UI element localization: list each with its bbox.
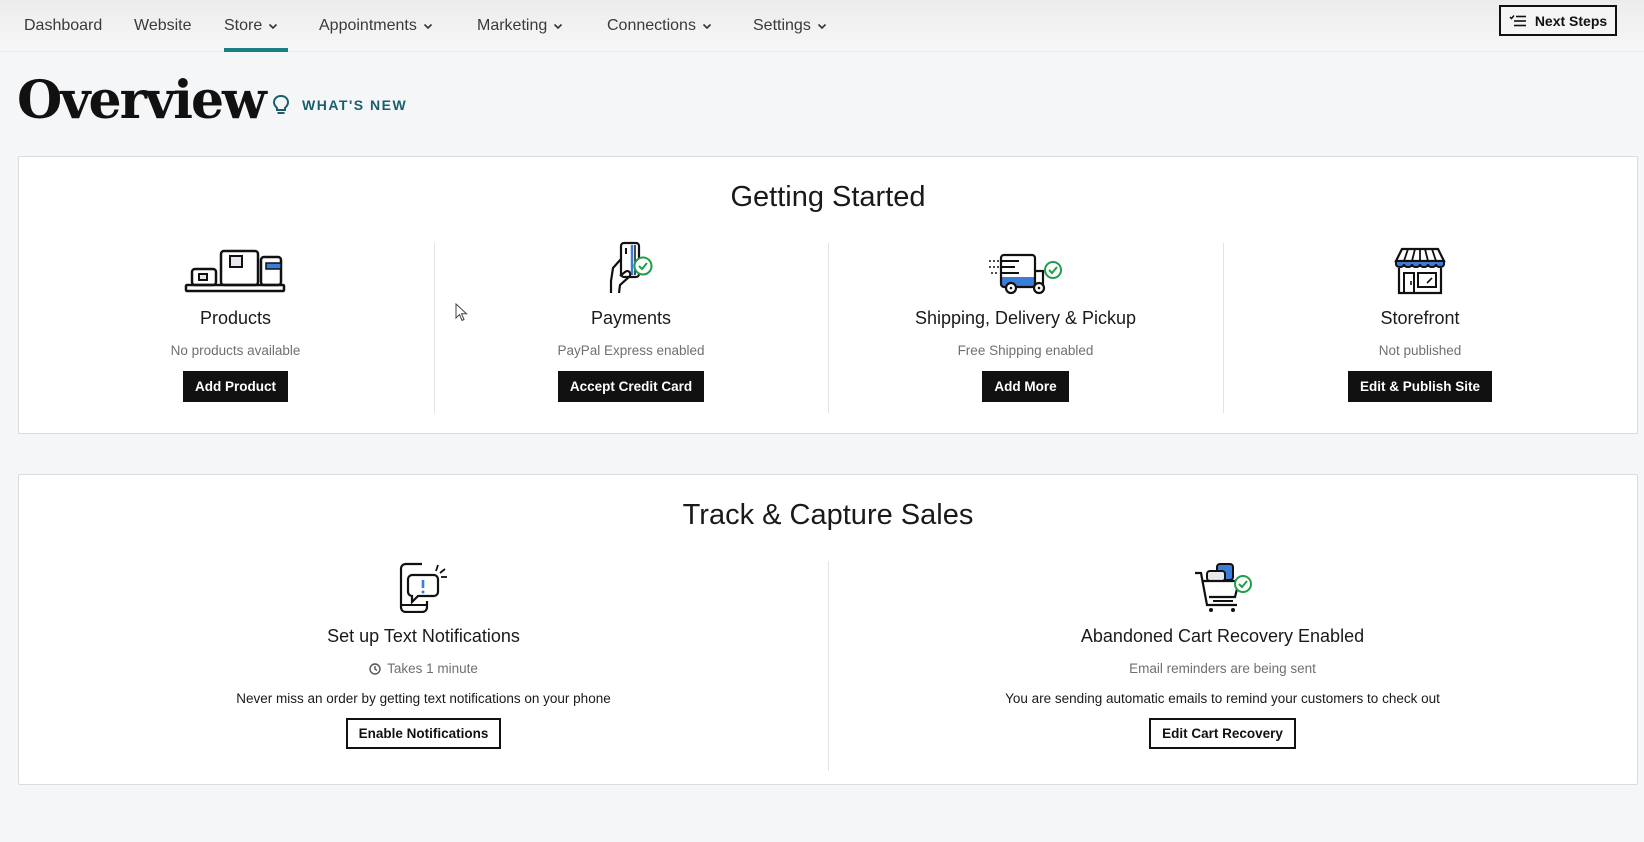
accept-credit-card-button[interactable]: Accept Credit Card <box>557 371 705 402</box>
phone-alert-icon <box>398 551 450 613</box>
chevron-down-icon <box>554 23 563 30</box>
nav-dashboard[interactable]: Dashboard <box>24 0 102 52</box>
whats-new-label: WHAT'S NEW <box>302 97 408 113</box>
section-status: Not published <box>1378 343 1462 358</box>
section-status: PayPal Express enabled <box>557 343 705 358</box>
enable-notifications-button[interactable]: Enable Notifications <box>345 718 502 749</box>
clock-icon <box>369 662 381 675</box>
nav-label: Connections <box>607 17 696 34</box>
section-status: Free Shipping enabled <box>957 343 1094 358</box>
nav-store[interactable]: Store <box>224 0 288 52</box>
shipping-section: Shipping, Delivery & Pickup Free Shippin… <box>828 233 1223 402</box>
nav-appointments[interactable]: Appointments <box>319 0 433 52</box>
top-navigation: Dashboard Website Store Appointments Mar… <box>0 0 1644 52</box>
card-title: Getting Started <box>730 181 926 213</box>
lightbulb-icon <box>272 94 290 114</box>
storefront-section: Storefront Not published Edit & Publish … <box>1223 233 1617 402</box>
nav-label: Appointments <box>319 17 417 34</box>
edit-publish-site-button[interactable]: Edit & Publish Site <box>1347 371 1492 402</box>
chevron-down-icon <box>423 23 432 30</box>
section-status: No products available <box>170 343 301 358</box>
nav-label: Website <box>134 17 192 34</box>
chevron-down-icon <box>817 23 826 30</box>
section-title: Products <box>199 308 272 328</box>
section-title: Payments <box>590 308 672 328</box>
nav-marketing[interactable]: Marketing <box>477 0 563 52</box>
mouse-cursor-icon <box>455 303 468 322</box>
section-title: Shipping, Delivery & Pickup <box>914 308 1137 328</box>
section-title: Abandoned Cart Recovery Enabled <box>1080 626 1365 646</box>
status-text: Takes 1 minute <box>387 661 478 676</box>
checklist-icon <box>1509 14 1526 26</box>
products-section: Products No products available Add Produ… <box>37 233 434 402</box>
nav-label: Dashboard <box>24 17 103 34</box>
payments-section: Payments PayPal Express enabled Accept C… <box>434 233 828 402</box>
next-steps-button[interactable]: Next Steps <box>1499 5 1617 36</box>
next-steps-label: Next Steps <box>1534 12 1608 29</box>
section-title: Set up Text Notifications <box>327 626 520 646</box>
shipping-truck-icon <box>987 233 1065 295</box>
track-capture-sales-card: Track & Capture Sales Set up Text Notifi… <box>18 474 1638 785</box>
storefront-icon <box>1394 233 1446 295</box>
add-product-button[interactable]: Add Product <box>183 371 288 402</box>
section-status: Takes 1 minute <box>369 661 478 676</box>
payments-icon <box>607 233 655 295</box>
section-status: Email reminders are being sent <box>1129 661 1316 676</box>
getting-started-card: Getting Started Products No products ava… <box>18 156 1638 434</box>
whats-new-link[interactable]: WHAT'S NEW <box>272 94 407 116</box>
section-description: You are sending automatic emails to remi… <box>1005 691 1440 706</box>
cart-check-icon <box>1193 551 1253 613</box>
add-more-button[interactable]: Add More <box>982 371 1069 402</box>
section-title: Storefront <box>1380 308 1460 328</box>
nav-connections[interactable]: Connections <box>607 0 712 52</box>
chevron-down-icon <box>702 23 712 30</box>
section-description: Never miss an order by getting text noti… <box>236 691 611 706</box>
nav-label: Settings <box>753 17 811 34</box>
chevron-down-icon <box>269 23 278 30</box>
page-title: Overview <box>17 70 267 131</box>
edit-cart-recovery-button[interactable]: Edit Cart Recovery <box>1149 718 1296 749</box>
text-notifications-section: Set up Text Notifications Takes 1 minute… <box>19 551 828 749</box>
nav-label: Store <box>224 17 263 34</box>
card-title: Track & Capture Sales <box>682 499 974 531</box>
products-icon <box>184 233 288 295</box>
nav-website[interactable]: Website <box>134 0 192 52</box>
abandoned-cart-section: Abandoned Cart Recovery Enabled Email re… <box>828 551 1617 749</box>
nav-settings[interactable]: Settings <box>753 0 827 52</box>
nav-label: Marketing <box>477 17 548 34</box>
